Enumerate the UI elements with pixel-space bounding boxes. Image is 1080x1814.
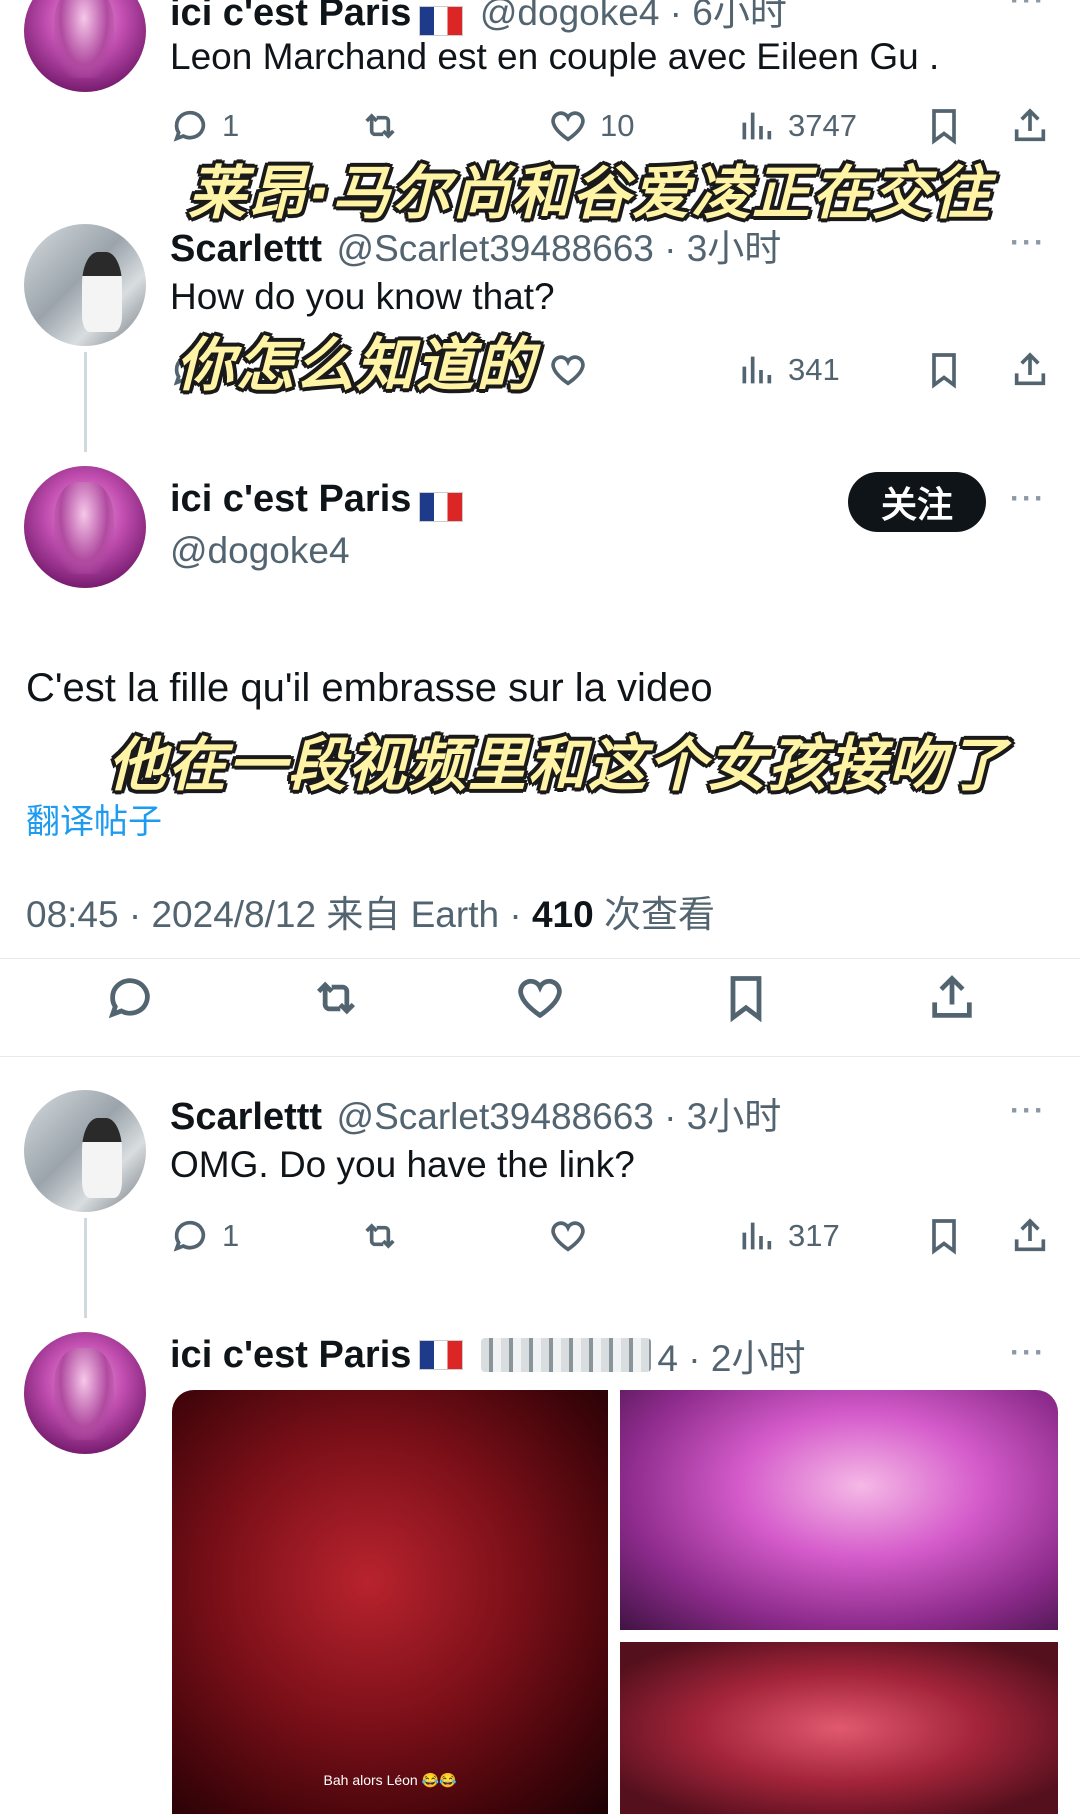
reply-button[interactable]: 1 — [170, 106, 239, 146]
retweet-button[interactable] — [360, 1216, 400, 1256]
media-image[interactable] — [620, 1390, 1058, 1630]
author-name[interactable]: ici c'est Paris — [170, 478, 411, 520]
avatar[interactable] — [24, 0, 146, 92]
reply-count: 1 — [222, 1218, 240, 1253]
like-button[interactable]: 10 — [548, 106, 634, 146]
handle-time: @dogoke4 · 6小时 — [479, 0, 787, 33]
tweet-text: Leon Marchand est en couple avec Eileen … — [170, 36, 940, 77]
more-icon[interactable]: ··· — [1010, 0, 1046, 18]
reply-icon — [108, 978, 150, 1019]
timestamp-text: 08:45 · 2024/8/12 来自 Earth · — [26, 894, 532, 935]
like-button[interactable] — [548, 1216, 588, 1256]
handle-time: @Scarlet39488663 · 3小时 — [336, 228, 782, 269]
handle[interactable]: @dogoke4 — [170, 530, 350, 572]
bookmark-button[interactable] — [924, 1216, 964, 1256]
avatar[interactable] — [24, 466, 146, 588]
like-icon — [551, 111, 585, 142]
more-icon[interactable]: ··· — [1010, 226, 1046, 260]
views-icon — [742, 356, 772, 384]
like-icon — [551, 355, 585, 386]
author-name[interactable]: Scarlettt — [170, 228, 322, 270]
tweet-timestamp: 08:45 · 2024/8/12 来自 Earth · 410 次查看 — [26, 884, 715, 938]
views-icon — [742, 1222, 772, 1250]
reply-button[interactable]: 1 — [170, 1216, 239, 1256]
post-time: 4 · 2小时 — [657, 1338, 806, 1379]
tweet-text: OMG. Do you have the link? — [170, 1144, 635, 1185]
views-button[interactable]: 317 — [736, 1216, 840, 1256]
view-count: 341 — [788, 352, 840, 387]
view-label: 次查看 — [593, 894, 715, 935]
like-icon — [551, 1221, 585, 1252]
like-count: 10 — [600, 108, 635, 143]
bookmark-button[interactable] — [720, 972, 772, 1024]
share-button[interactable] — [926, 972, 978, 1024]
retweet-icon — [365, 1223, 395, 1249]
views-button[interactable]: 3747 — [736, 106, 857, 146]
france-flag-icon — [419, 491, 464, 522]
subtitle-caption: 他在一段视频里和这个女孩接吻了 — [108, 731, 1009, 799]
share-button[interactable] — [1010, 106, 1050, 146]
bookmark-icon — [730, 976, 762, 1023]
bookmark-icon — [932, 109, 956, 145]
thread-line — [84, 1218, 87, 1318]
share-icon — [1014, 352, 1046, 386]
divider — [0, 1056, 1080, 1057]
share-icon — [1014, 1218, 1046, 1252]
share-icon — [1014, 108, 1046, 142]
tweet-text: How do you know that? — [170, 276, 555, 317]
retweet-icon — [365, 113, 395, 139]
more-icon[interactable]: ··· — [1010, 1336, 1046, 1370]
more-icon[interactable]: ··· — [1010, 1094, 1046, 1128]
france-flag-icon — [419, 5, 464, 36]
bookmark-icon — [932, 1219, 956, 1255]
translate-link[interactable]: 翻译帖子 — [26, 794, 162, 843]
view-count: 317 — [788, 1218, 840, 1253]
author-name[interactable]: Scarlettt — [170, 1096, 322, 1138]
retweet-button[interactable] — [360, 106, 400, 146]
share-button[interactable] — [1010, 1216, 1050, 1256]
retweet-icon — [316, 981, 356, 1015]
bookmark-button[interactable] — [924, 350, 964, 390]
like-button[interactable] — [514, 972, 566, 1024]
media-caption: Bah alors Léon 😂😂 — [323, 1772, 457, 1788]
view-count: 410 — [531, 894, 594, 935]
reply-icon — [173, 110, 206, 142]
views-button[interactable]: 341 — [736, 350, 840, 390]
reply-count: 1 — [222, 108, 240, 143]
views-icon — [742, 112, 772, 140]
reply-icon — [173, 1220, 206, 1252]
media-image[interactable] — [620, 1642, 1058, 1814]
share-button[interactable] — [1010, 350, 1050, 390]
handle-time: @Scarlet39488663 · 3小时 — [336, 1096, 782, 1137]
reply-button[interactable] — [104, 972, 156, 1024]
like-icon — [518, 978, 562, 1019]
follow-button[interactable]: 关注 — [848, 472, 986, 532]
media-image[interactable]: Bah alors Léon 😂😂 — [172, 1390, 608, 1814]
retweet-button[interactable] — [310, 972, 362, 1024]
bookmark-icon — [932, 353, 956, 389]
divider — [0, 958, 1080, 959]
avatar[interactable] — [24, 1332, 146, 1454]
avatar[interactable] — [24, 224, 146, 346]
share-icon — [932, 975, 972, 1018]
view-count: 3747 — [788, 108, 857, 143]
thread-line — [84, 352, 87, 452]
tweet-text: C'est la fille qu'il embrasse sur la vid… — [26, 666, 713, 710]
france-flag-icon — [419, 1340, 464, 1370]
avatar[interactable] — [24, 1090, 146, 1212]
author-name[interactable]: ici c'est Paris — [170, 1334, 411, 1377]
more-icon[interactable]: ··· — [1010, 482, 1046, 516]
bookmark-button[interactable] — [924, 106, 964, 146]
author-name[interactable]: ici c'est Paris — [170, 0, 411, 34]
censored-handle — [481, 1338, 652, 1372]
like-button[interactable] — [548, 350, 588, 390]
subtitle-caption: 你怎么知道的 — [176, 331, 537, 399]
